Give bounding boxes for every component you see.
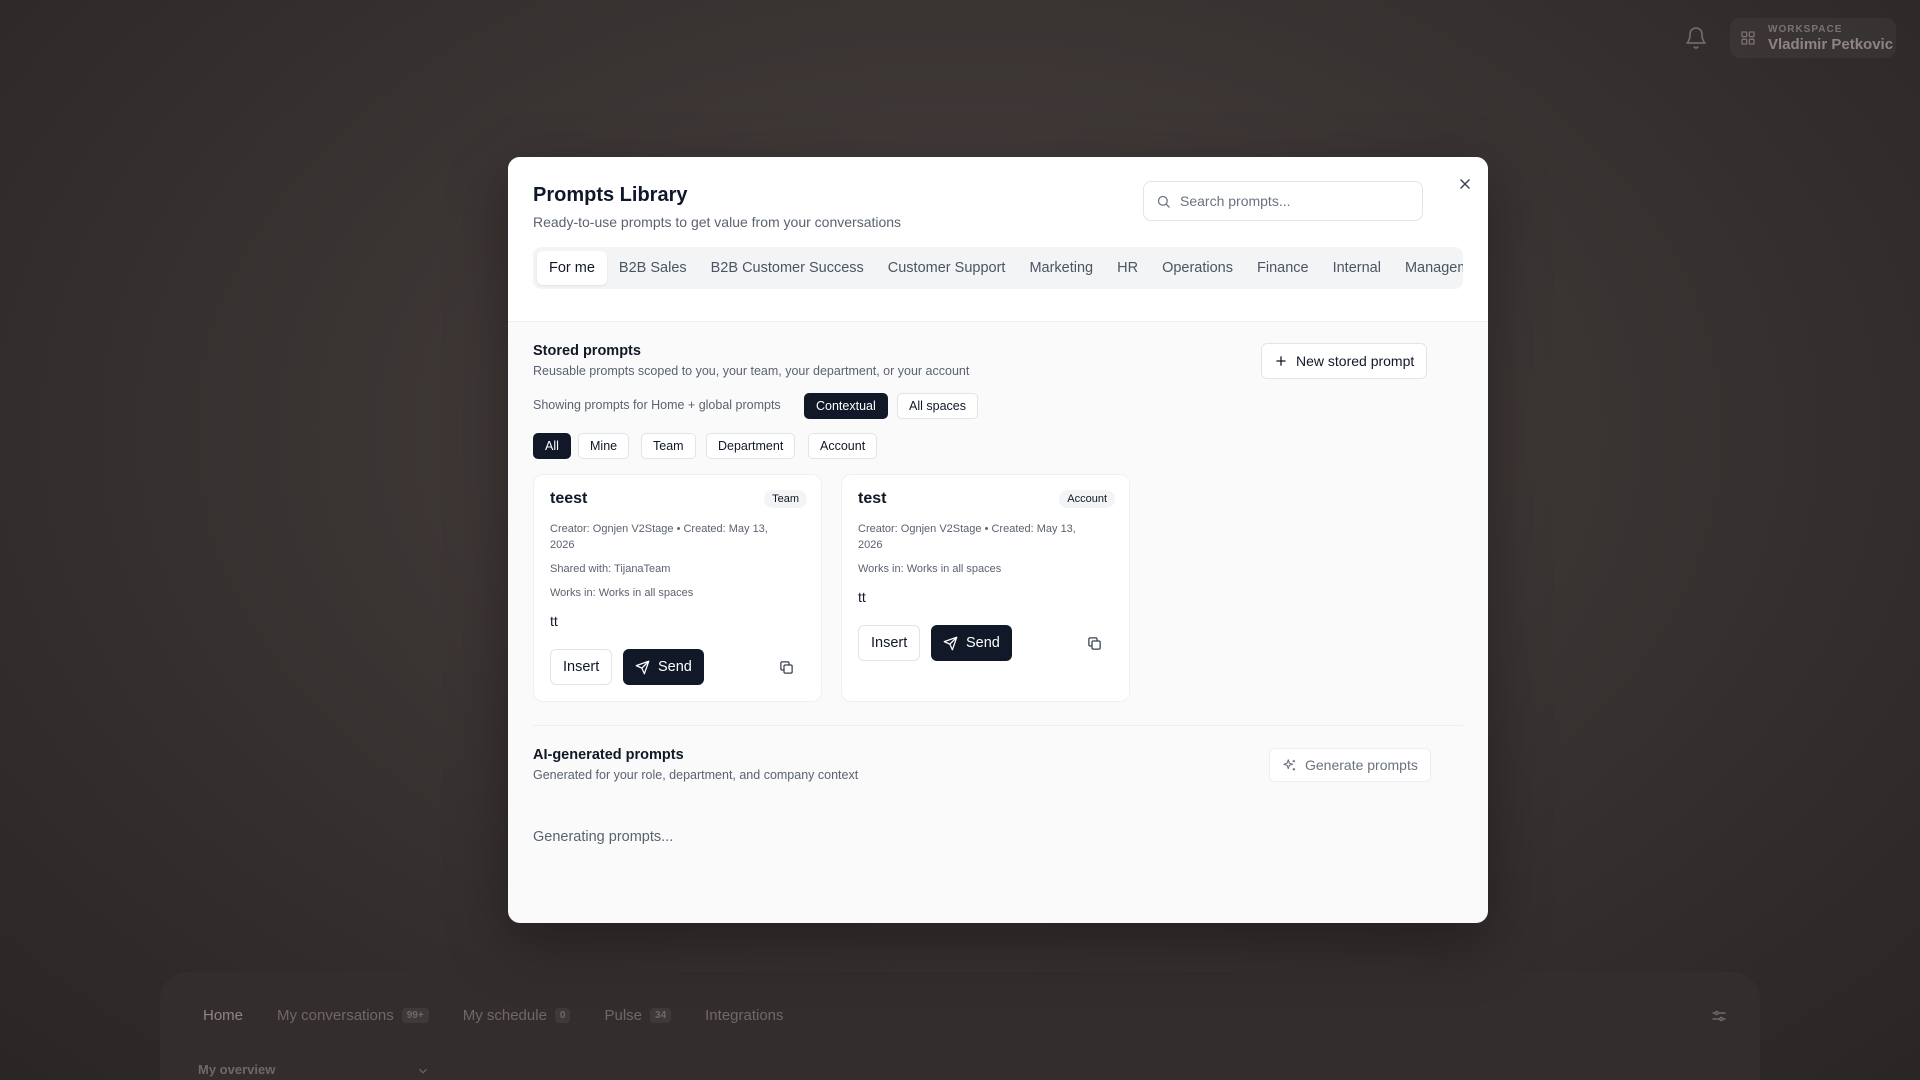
count-badge: 99+ — [401, 1008, 429, 1023]
tab-hr[interactable]: HR — [1105, 251, 1150, 285]
workspace-label: WORKSPACE — [1768, 23, 1843, 35]
send-button[interactable]: Send — [931, 625, 1012, 661]
tab-marketing[interactable]: Marketing — [1017, 251, 1105, 285]
grid-icon — [1741, 31, 1755, 45]
tab-internal[interactable]: Internal — [1321, 251, 1393, 285]
works-in-meta: Works in: Works in all spaces — [858, 563, 1002, 575]
creator-meta: Creator: Ognjen V2Stage • Created: May 1… — [550, 523, 768, 551]
filter-team-pill[interactable]: Team — [641, 433, 696, 459]
stored-prompts-title: Stored prompts — [533, 343, 641, 359]
filter-department-pill[interactable]: Department — [706, 433, 796, 459]
tab-management[interactable]: Management — [1393, 251, 1463, 285]
filter-account-pill[interactable]: Account — [808, 433, 878, 459]
tab-for-me[interactable]: For me — [537, 251, 607, 285]
insert-button[interactable]: Insert — [550, 649, 613, 685]
scope-all-spaces-pill[interactable]: All spaces — [897, 393, 978, 419]
scope-badge: Team — [764, 490, 807, 508]
button-label: Generate prompts — [1305, 757, 1418, 773]
workspace-switcher[interactable]: WORKSPACE Vladimir Petkovic — [1730, 18, 1896, 58]
search-input[interactable] — [1180, 193, 1410, 209]
sparkles-icon — [1283, 758, 1296, 770]
search-icon — [1157, 195, 1170, 208]
tab-home[interactable]: Home — [203, 1007, 243, 1024]
tab-label: My conversations — [277, 1007, 394, 1024]
prompt-card: teest Team Creator: Ognjen V2Stage • Cre… — [533, 474, 822, 702]
button-label: Send — [966, 635, 1000, 651]
prompt-card: test Account Creator: Ognjen V2Stage • C… — [841, 474, 1130, 702]
stored-prompts-subtitle: Reusable prompts scoped to you, your tea… — [533, 364, 970, 378]
tab-my-schedule[interactable]: My schedule 0 — [463, 1007, 571, 1024]
button-label: New stored prompt — [1296, 353, 1415, 369]
generating-status: Generating prompts... — [533, 829, 674, 845]
overview-heading[interactable]: My overview — [198, 1062, 275, 1077]
modal-subtitle: Ready-to-use prompts to get value from y… — [533, 214, 902, 230]
filter-settings-icon[interactable] — [1710, 1007, 1728, 1025]
workspace-name: Vladimir Petkovic — [1768, 35, 1894, 53]
copy-icon[interactable] — [1083, 632, 1105, 654]
copy-icon[interactable] — [775, 656, 797, 678]
new-stored-prompt-button[interactable]: New stored prompt — [1261, 343, 1428, 379]
shared-with-meta: Shared with: TijanaTeam — [550, 563, 671, 575]
modal-title: Prompts Library — [533, 184, 688, 206]
bottom-panel — [160, 972, 1760, 1080]
category-tabs: For me B2B Sales B2B Customer Success Cu… — [533, 247, 1463, 289]
close-icon — [1460, 179, 1470, 189]
works-in-meta: Works in: Works in all spaces — [550, 587, 694, 599]
prompt-title: teest — [550, 490, 588, 507]
send-icon — [635, 660, 650, 674]
tab-label: Pulse — [604, 1007, 643, 1024]
ai-prompts-title: AI-generated prompts — [533, 747, 684, 763]
generate-prompts-button[interactable]: Generate prompts — [1269, 748, 1431, 782]
prompt-body: tt — [858, 589, 866, 605]
filter-all-pill[interactable]: All — [533, 433, 571, 459]
creator-meta: Creator: Ognjen V2Stage • Created: May 1… — [858, 523, 1076, 551]
scope-badge: Account — [1059, 490, 1115, 508]
divider — [533, 725, 1463, 726]
insert-button[interactable]: Insert — [858, 625, 921, 661]
bottom-tabs: Home My conversations 99+ My schedule 0 Pu… — [203, 1007, 818, 1024]
tab-finance[interactable]: Finance — [1245, 251, 1321, 285]
tab-b2b-customer-success[interactable]: B2B Customer Success — [699, 251, 876, 285]
tab-pulse[interactable]: Pulse 34 — [604, 1007, 672, 1024]
tab-customer-support[interactable]: Customer Support — [876, 251, 1018, 285]
tab-label: Home — [203, 1007, 244, 1024]
close-button[interactable] — [1453, 172, 1477, 196]
button-label: Send — [658, 659, 692, 675]
tab-operations[interactable]: Operations — [1150, 251, 1245, 285]
prompt-body: tt — [550, 613, 558, 629]
count-badge: 0 — [554, 1008, 571, 1023]
scope-contextual-pill[interactable]: Contextual — [804, 393, 888, 419]
tab-label: Integrations — [705, 1007, 784, 1024]
prompts-library-modal: Prompts Library Ready-to-use prompts to … — [508, 157, 1488, 923]
tab-integrations[interactable]: Integrations — [705, 1007, 783, 1024]
tab-b2b-sales[interactable]: B2B Sales — [607, 251, 699, 285]
ai-prompts-subtitle: Generated for your role, department, and… — [533, 768, 859, 782]
showing-prompts-text: Showing prompts for Home + global prompt… — [533, 398, 781, 412]
chevron-down-icon[interactable] — [416, 1064, 430, 1080]
search-box[interactable] — [1143, 181, 1423, 221]
send-icon — [943, 636, 958, 650]
tab-label: My schedule — [462, 1007, 547, 1024]
tab-my-conversations[interactable]: My conversations 99+ — [277, 1007, 429, 1024]
filter-mine-pill[interactable]: Mine — [578, 433, 630, 459]
count-badge: 34 — [650, 1008, 672, 1023]
prompt-title: test — [858, 490, 887, 507]
notification-bell-icon[interactable] — [1684, 26, 1708, 50]
divider — [508, 321, 1488, 322]
send-button[interactable]: Send — [623, 649, 704, 685]
plus-icon — [1276, 356, 1286, 366]
